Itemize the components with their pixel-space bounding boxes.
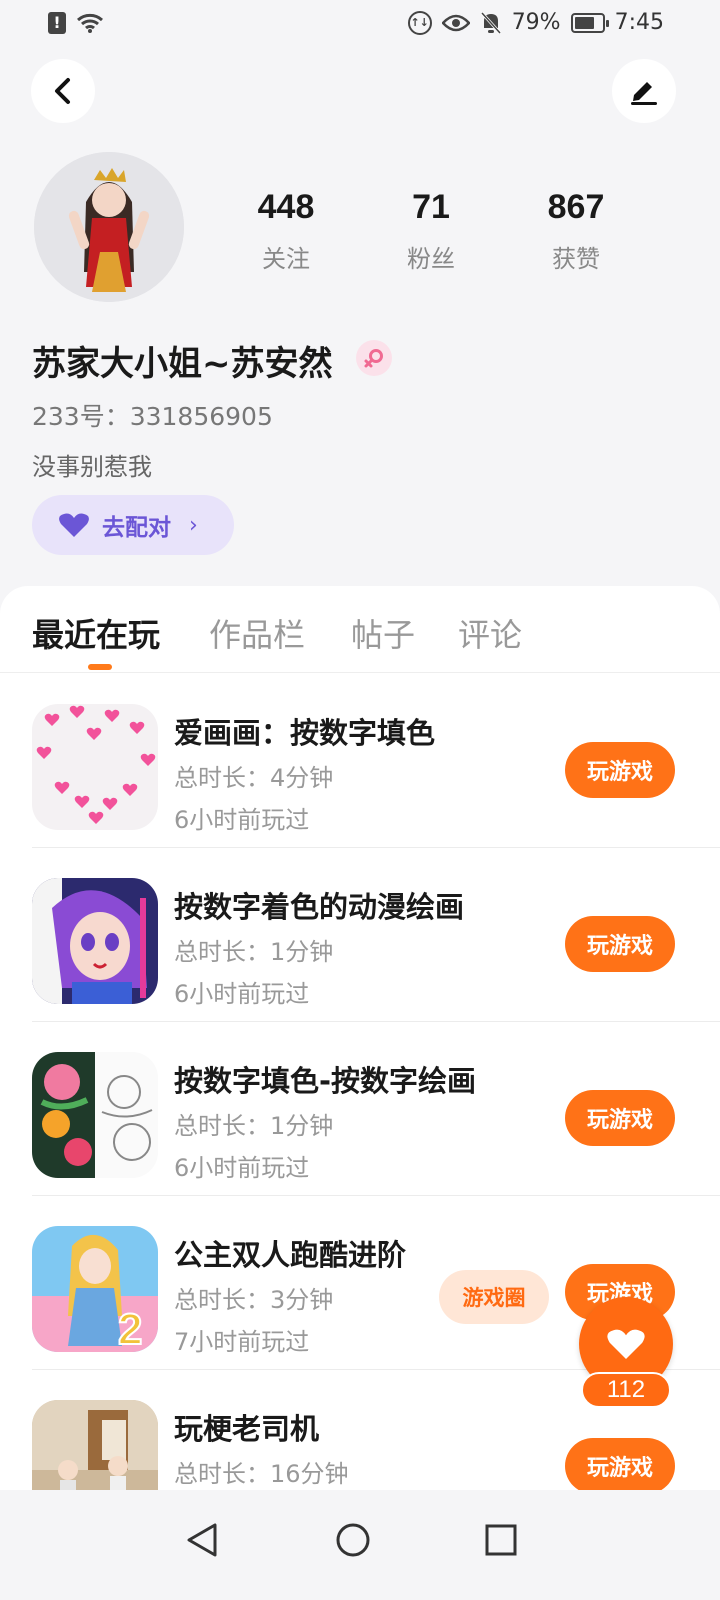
heart-icon	[59, 513, 89, 537]
fans-count: 71	[412, 188, 450, 226]
tab-posts[interactable]: 帖子	[351, 610, 415, 656]
stat-following[interactable]: 448 关注	[221, 188, 351, 274]
princess-runner-icon: 2	[32, 1226, 158, 1352]
game-row[interactable]: 按数字着色的动漫绘画 总时长：1分钟 6小时前玩过 玩游戏	[0, 848, 720, 1022]
game-last-played: 6小时前玩过	[174, 980, 310, 1008]
heart-icon	[607, 1329, 645, 1359]
back-button[interactable]	[31, 59, 95, 123]
tab-works[interactable]: 作品栏	[209, 610, 305, 656]
play-game-button[interactable]: 玩游戏	[565, 742, 675, 798]
game-last-played: 7小时前玩过	[174, 1328, 310, 1356]
game-duration: 总时长：16分钟	[174, 1460, 349, 1488]
likes-count: 867	[547, 188, 605, 226]
stat-likes[interactable]: 867 获赞	[511, 188, 641, 274]
gender-badge	[356, 340, 392, 376]
edit-profile-button[interactable]	[612, 59, 676, 123]
home-circle-icon	[336, 1523, 370, 1557]
tab-comments[interactable]: 评论	[458, 610, 522, 656]
like-count-badge: 112	[581, 1372, 671, 1408]
female-icon	[364, 349, 383, 368]
flower-coloring-icon	[32, 1052, 158, 1178]
likes-label: 获赞	[552, 245, 600, 273]
user-id: 233号：331856905	[32, 402, 273, 431]
data-saver-icon: ↑↓	[407, 10, 432, 35]
fans-label: 粉丝	[407, 245, 455, 273]
game-title: 按数字着色的动漫绘画	[174, 890, 465, 924]
eye-icon	[441, 14, 470, 31]
tab-indicator	[88, 664, 112, 670]
game-title: 公主双人跑酷进阶	[174, 1238, 407, 1272]
hearts-love-icon	[32, 704, 158, 830]
following-count: 448	[257, 188, 315, 226]
status-bar: ! ↑↓ 79% 7:45	[0, 0, 720, 48]
tab-recent[interactable]: 最近在玩	[32, 610, 160, 656]
play-game-button[interactable]: 玩游戏	[565, 1090, 675, 1146]
wifi-icon	[77, 13, 103, 33]
game-row[interactable]: 爱画画：按数字填色 总时长：4分钟 6小时前玩过 玩游戏	[0, 674, 720, 848]
chevron-left-icon	[55, 78, 70, 104]
battery-percent: 79%	[511, 10, 561, 35]
game-duration: 总时长：3分钟	[174, 1286, 334, 1314]
game-title: 爱画画：按数字填色	[174, 716, 436, 750]
game-last-played: 6小时前玩过	[174, 806, 310, 834]
match-button[interactable]: 去配对 ›	[32, 495, 234, 555]
anime-girl-icon	[32, 878, 158, 1004]
username: 苏家大小姐~苏安然	[32, 344, 333, 384]
game-row[interactable]: 按数字填色-按数字绘画 总时长：1分钟 6小时前玩过 玩游戏	[0, 1022, 720, 1196]
game-title: 玩梗老司机	[174, 1412, 320, 1446]
nav-recents-button[interactable]	[471, 1510, 531, 1570]
stat-fans[interactable]: 71 粉丝	[366, 188, 496, 274]
nav-home-button[interactable]	[323, 1510, 383, 1570]
bio: 没事别惹我	[32, 453, 152, 481]
game-circle-button[interactable]: 游戏圈	[439, 1270, 549, 1324]
avatar-image	[34, 152, 184, 302]
system-nav-bar	[0, 1490, 720, 1600]
match-label: 去配对	[102, 515, 171, 541]
pen-icon	[631, 82, 657, 105]
game-duration: 总时长：1分钟	[174, 938, 334, 966]
avatar[interactable]	[34, 152, 184, 302]
game-duration: 总时长：4分钟	[174, 764, 334, 792]
cartoon-room-icon	[32, 1400, 158, 1490]
chevron-right-icon: ›	[189, 512, 198, 538]
play-game-button[interactable]: 玩游戏	[565, 916, 675, 972]
game-last-played: 6小时前玩过	[174, 1154, 310, 1182]
svg-text:2: 2	[118, 1305, 142, 1352]
play-game-button[interactable]: 玩游戏	[565, 1438, 675, 1490]
battery-icon	[570, 12, 609, 33]
mute-bell-icon	[480, 11, 501, 34]
tab-bar: 最近在玩 作品栏 帖子 评论	[0, 586, 720, 673]
back-triangle-icon	[187, 1523, 217, 1557]
nav-back-button[interactable]	[172, 1510, 232, 1570]
alert-icon: !	[48, 12, 66, 34]
recents-square-icon	[485, 1524, 517, 1556]
clock: 7:45	[614, 10, 664, 35]
game-title: 按数字填色-按数字绘画	[174, 1064, 477, 1098]
following-label: 关注	[262, 245, 310, 273]
game-duration: 总时长：1分钟	[174, 1112, 334, 1140]
